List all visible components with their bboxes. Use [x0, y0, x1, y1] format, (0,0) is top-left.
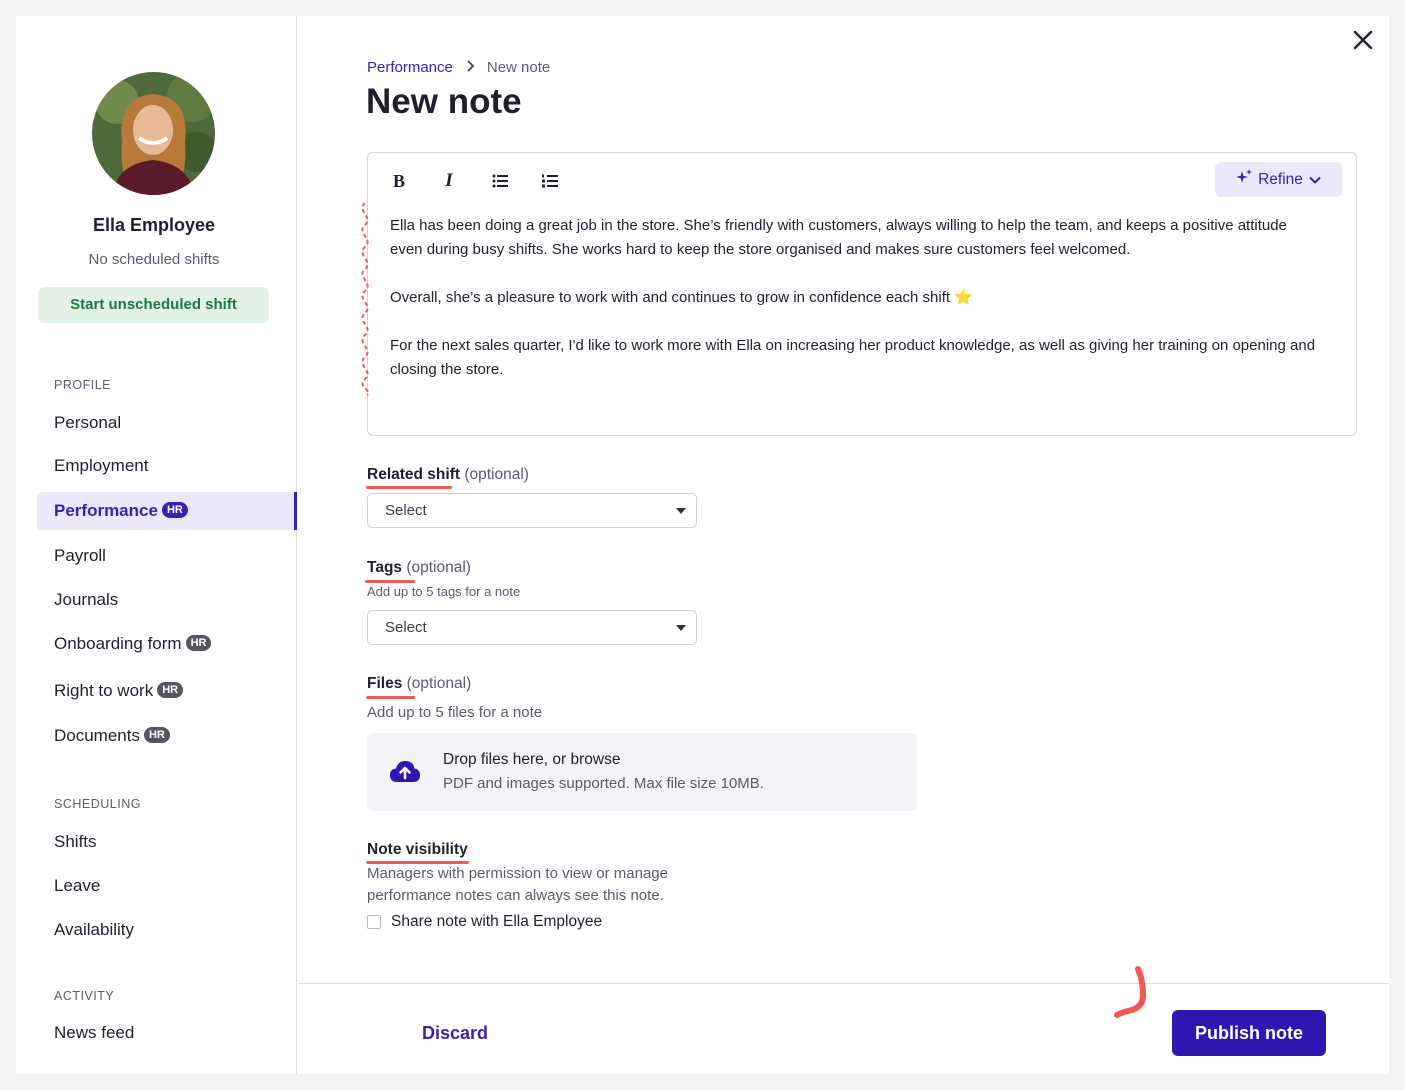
page-title: New note — [366, 82, 522, 121]
note-form: Performance New note New note B I Refine — [298, 16, 1389, 1074]
caret-down-icon — [676, 508, 686, 514]
note-visibility-label: Note visibility — [367, 841, 468, 858]
breadcrumb-performance-link[interactable]: Performance — [367, 59, 453, 76]
publish-note-button[interactable]: Publish note — [1172, 1010, 1326, 1056]
sidebar-item-news-feed[interactable]: News feed — [37, 1014, 297, 1052]
sidebar-item-onboarding-form[interactable]: Onboarding form HR — [37, 625, 297, 663]
chevron-right-icon — [465, 59, 475, 76]
sidebar-item-label: Journals — [54, 590, 119, 609]
breadcrumb: Performance New note — [367, 59, 550, 76]
sidebar-item-label: Payroll — [54, 546, 106, 565]
employee-name: Ella Employee — [92, 215, 216, 235]
sidebar-item-label: Personal — [54, 413, 122, 432]
hr-badge: HR — [143, 727, 170, 744]
tags-help: Add up to 5 tags for a note — [367, 584, 521, 599]
avatar — [92, 72, 215, 195]
sidebar-item-employment[interactable]: Employment — [37, 447, 297, 485]
share-note-label: Share note with Ella Employee — [391, 913, 603, 930]
dropzone-title: Drop files here, or browse — [443, 751, 621, 768]
dropzone-subtitle: PDF and images supported. Max file size … — [443, 775, 764, 792]
tags-value: Select — [385, 619, 427, 636]
bullet-list-icon[interactable] — [486, 169, 514, 193]
sidebar-item-label: Right to work — [54, 681, 154, 700]
scheduling-section-heading: SCHEDULING — [54, 797, 141, 811]
share-note-checkbox-row[interactable]: Share note with Ella Employee — [367, 913, 602, 931]
sidebar-item-availability[interactable]: Availability — [37, 911, 297, 949]
sidebar-item-personal[interactable]: Personal — [37, 404, 297, 442]
activity-section-heading: ACTIVITY — [54, 989, 115, 1003]
cloud-upload-icon — [389, 759, 421, 788]
caret-down-icon — [676, 625, 686, 631]
sidebar-item-right-to-work[interactable]: Right to work HR — [37, 672, 297, 710]
visibility-help: Managers with permission to view or mana… — [367, 865, 668, 904]
editor-content[interactable]: Ella has been doing a great job in the s… — [390, 214, 1320, 406]
sidebar-item-documents[interactable]: Documents HR — [37, 717, 297, 755]
chevron-down-icon — [1309, 171, 1321, 189]
annotation-underline — [365, 580, 415, 583]
tags-select[interactable]: Select — [367, 610, 697, 645]
sidebar-item-label: Leave — [54, 876, 101, 895]
sidebar-item-label: News feed — [54, 1023, 135, 1042]
note-modal: Ella Employee No scheduled shifts Start … — [16, 16, 1389, 1074]
editor-paragraph: Overall, she’s a pleasure to work with a… — [390, 289, 973, 306]
tags-label: Tags (optional) — [367, 559, 471, 576]
start-unscheduled-shift-button[interactable]: Start unscheduled shift — [38, 287, 269, 323]
italic-button[interactable]: I — [435, 169, 463, 193]
sidebar-item-journals[interactable]: Journals — [37, 581, 297, 619]
files-label: Files (optional) — [367, 675, 472, 692]
sidebar-item-label: Employment — [54, 456, 149, 475]
sidebar-item-leave[interactable]: Leave — [37, 867, 297, 905]
files-help: Add up to 5 files for a note — [367, 704, 543, 721]
related-shift-value: Select — [385, 502, 427, 519]
annotation-underline — [366, 486, 452, 489]
profile-section-heading: PROFILE — [54, 378, 111, 392]
employee-sidebar: Ella Employee No scheduled shifts Start … — [16, 16, 297, 1074]
annotation-squiggle — [361, 202, 370, 396]
share-note-checkbox[interactable] — [367, 915, 381, 929]
sidebar-item-label: Shifts — [54, 832, 97, 851]
footer-divider — [298, 983, 1389, 984]
sidebar-item-label: Documents — [54, 726, 140, 745]
hr-badge: HR — [161, 502, 188, 519]
employee-shift-status: No scheduled shifts — [88, 251, 220, 268]
breadcrumb-current: New note — [486, 59, 551, 76]
note-editor[interactable]: B I Refine Ella has been doing a great j… — [361, 152, 1357, 436]
file-dropzone[interactable]: Drop files here, or browse PDF and image… — [367, 733, 917, 811]
discard-button[interactable]: Discard — [422, 1023, 488, 1044]
sidebar-item-label: Onboarding form — [54, 634, 182, 653]
hr-badge: HR — [185, 635, 212, 652]
close-icon[interactable] — [1351, 28, 1375, 52]
sparkle-icon — [1236, 169, 1253, 190]
editor-paragraph: For the next sales quarter, I'd like to … — [390, 337, 1316, 378]
editor-paragraph: Ella has been doing a great job in the s… — [390, 217, 1287, 258]
numbered-list-icon[interactable] — [536, 169, 564, 193]
hr-badge: HR — [157, 682, 184, 699]
refine-button[interactable]: Refine — [1215, 162, 1342, 197]
sidebar-item-shifts[interactable]: Shifts — [37, 823, 297, 861]
related-shift-select[interactable]: Select — [367, 493, 697, 528]
sidebar-item-payroll[interactable]: Payroll — [37, 537, 297, 575]
sidebar-item-performance[interactable]: Performance HR — [37, 492, 297, 530]
related-shift-label: Related shift (optional) — [367, 466, 529, 483]
sidebar-item-label: Performance — [54, 501, 158, 520]
sidebar-item-label: Availability — [54, 920, 135, 939]
bold-button[interactable]: B — [385, 169, 413, 193]
annotation-underline — [366, 696, 415, 699]
refine-label: Refine — [1258, 170, 1303, 188]
annotation-arrow — [1114, 966, 1147, 1018]
